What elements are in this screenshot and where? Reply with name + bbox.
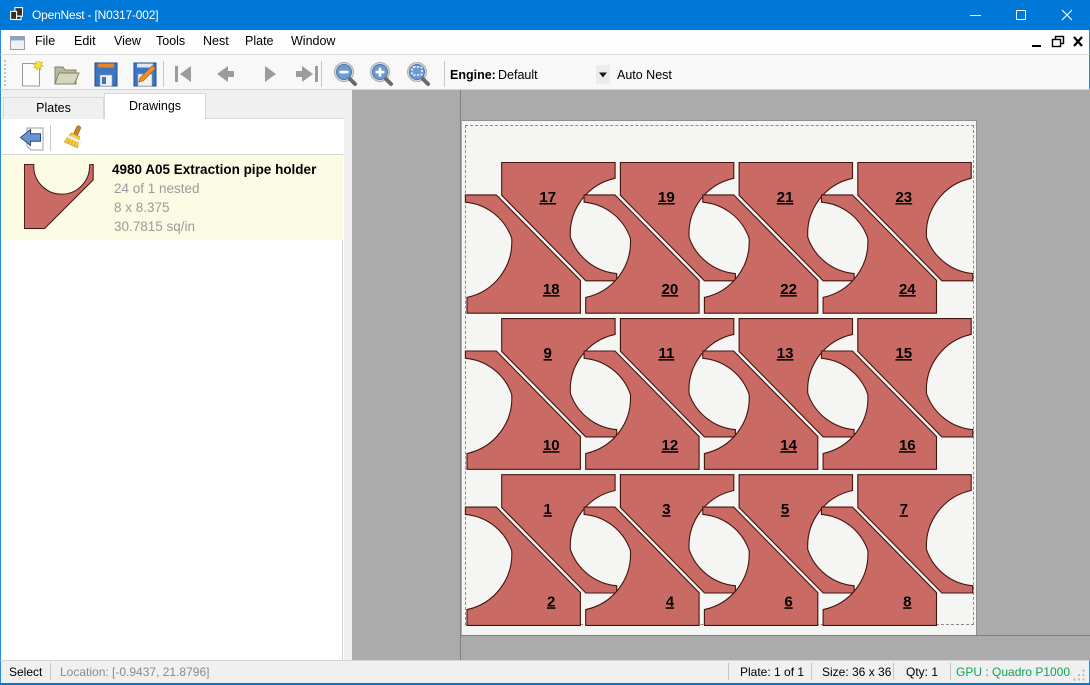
svg-text:10: 10 [543,437,560,454]
svg-text:17: 17 [539,189,556,206]
svg-text:2: 2 [547,593,555,610]
svg-text:14: 14 [780,437,797,454]
svg-text:9: 9 [544,345,552,362]
svg-text:16: 16 [899,437,916,454]
svg-text:22: 22 [780,281,797,298]
svg-text:8: 8 [903,593,911,610]
svg-text:23: 23 [895,189,912,206]
svg-text:13: 13 [777,345,794,362]
svg-text:20: 20 [662,281,679,298]
svg-text:21: 21 [777,189,794,206]
svg-text:15: 15 [895,345,912,362]
svg-text:5: 5 [781,501,789,518]
svg-text:19: 19 [658,189,675,206]
svg-text:11: 11 [658,345,674,362]
svg-text:1: 1 [544,501,552,518]
svg-text:18: 18 [543,281,560,298]
svg-text:3: 3 [662,501,670,518]
svg-text:12: 12 [662,437,679,454]
svg-text:7: 7 [900,501,908,518]
svg-text:24: 24 [899,281,916,298]
svg-text:4: 4 [666,593,675,610]
svg-text:6: 6 [784,593,792,610]
